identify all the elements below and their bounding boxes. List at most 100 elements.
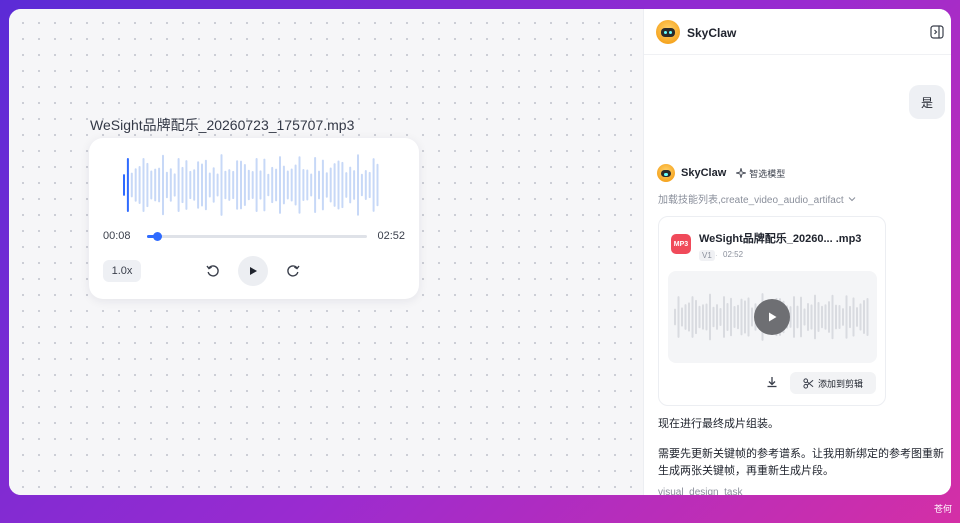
wave-bar bbox=[733, 306, 736, 328]
wave-bar bbox=[863, 300, 865, 334]
wave-bar bbox=[814, 294, 816, 340]
wave-bar bbox=[744, 300, 746, 334]
chevron-down-icon bbox=[848, 196, 855, 201]
wave-bar bbox=[849, 305, 851, 329]
wave-bar bbox=[126, 158, 129, 212]
wave-bar bbox=[824, 304, 827, 330]
wave-bar bbox=[842, 308, 844, 326]
wave-bar bbox=[201, 163, 203, 207]
app-window: WeSight品牌配乐_20260723_175707.mp3 00:08 02… bbox=[9, 9, 951, 495]
wave-bar bbox=[310, 173, 313, 197]
wave-bar bbox=[173, 173, 176, 197]
forward-icon bbox=[287, 265, 300, 277]
wave-bar bbox=[793, 296, 795, 338]
wave-bar bbox=[150, 170, 153, 200]
rewind-button[interactable] bbox=[201, 259, 225, 283]
wave-bar bbox=[719, 308, 722, 326]
progress-bar[interactable] bbox=[147, 232, 367, 241]
wave-bar bbox=[681, 307, 683, 327]
artifact-separator: · bbox=[715, 251, 718, 260]
wave-bar bbox=[329, 167, 332, 203]
wave-bar bbox=[146, 162, 149, 208]
wave-bar bbox=[236, 160, 239, 210]
wave-bar bbox=[349, 166, 352, 204]
wave-bar bbox=[372, 158, 375, 212]
audio-artifact-card[interactable]: MP3 WeSight品牌配乐_20260... .mp3 V1 · 02:52 bbox=[658, 216, 886, 406]
mp3-badge: MP3 bbox=[671, 234, 691, 254]
playback-speed-button[interactable]: 1.0x bbox=[103, 260, 141, 282]
next-task-line[interactable]: visual_design_task bbox=[658, 487, 743, 495]
skill-line[interactable]: 加载技能列表,create_video_audio_artifact bbox=[658, 191, 856, 206]
wave-bar bbox=[695, 299, 697, 335]
panel-toggle-icon[interactable] bbox=[930, 25, 944, 39]
model-label: 智选模型 bbox=[749, 168, 786, 179]
wave-bar bbox=[208, 172, 211, 198]
wave-bar bbox=[803, 308, 806, 326]
wave-bar bbox=[134, 168, 137, 202]
wave-bar bbox=[333, 163, 336, 207]
wave-bar bbox=[730, 297, 732, 337]
desktop-corner-text: 苍何 bbox=[933, 504, 952, 514]
wave-bar bbox=[177, 158, 180, 212]
wave-bar bbox=[835, 304, 837, 330]
wave-bar bbox=[294, 164, 297, 206]
wave-bar bbox=[341, 161, 344, 209]
add-to-edit-button[interactable]: 添加到剪辑 bbox=[790, 372, 876, 394]
wave-bar bbox=[360, 173, 363, 197]
wave-bar bbox=[684, 304, 687, 330]
wave-bar bbox=[838, 305, 841, 329]
wave-bar bbox=[810, 304, 813, 330]
wave-bar bbox=[251, 170, 254, 200]
wave-bar bbox=[702, 304, 704, 330]
wave-bar bbox=[275, 168, 278, 202]
skill-line-text: 加载技能列表,create_video_audio_artifact bbox=[658, 195, 844, 206]
wave-bar bbox=[845, 295, 848, 339]
wave-bar bbox=[828, 301, 830, 333]
play-button[interactable] bbox=[238, 256, 268, 286]
bot-message-header: SkyClaw 智选模型 bbox=[657, 164, 785, 182]
wave-bar bbox=[224, 170, 227, 200]
wave-bar bbox=[197, 161, 200, 209]
wave-bar bbox=[279, 156, 281, 214]
wave-bar bbox=[796, 305, 799, 329]
wave-bar bbox=[817, 301, 820, 333]
waveform[interactable] bbox=[123, 152, 383, 218]
wave-bar bbox=[181, 166, 184, 204]
model-tag[interactable]: 智选模型 bbox=[736, 167, 785, 180]
progress-knob[interactable] bbox=[153, 232, 163, 241]
canvas-area[interactable]: WeSight品牌配乐_20260723_175707.mp3 00:08 02… bbox=[9, 9, 643, 495]
wave-bar bbox=[282, 165, 285, 205]
wave-bar bbox=[674, 308, 676, 326]
wave-bar bbox=[259, 170, 262, 200]
add-to-edit-label: 添加到剪辑 bbox=[817, 378, 863, 389]
wave-bar bbox=[138, 166, 141, 204]
wave-bar bbox=[723, 296, 725, 338]
wave-bar bbox=[691, 296, 694, 338]
wave-bar bbox=[726, 303, 729, 331]
wave-bar bbox=[357, 154, 359, 216]
wave-bar bbox=[290, 168, 293, 202]
forward-button[interactable] bbox=[281, 259, 305, 283]
skyclaw-avatar bbox=[656, 20, 680, 44]
download-icon[interactable] bbox=[765, 375, 779, 389]
chat-header: SkyClaw bbox=[644, 9, 951, 55]
artifact-preview[interactable] bbox=[668, 271, 877, 363]
wave-bar bbox=[263, 158, 266, 212]
wave-bar bbox=[123, 174, 125, 196]
wave-bar bbox=[353, 170, 356, 200]
wave-bar bbox=[368, 171, 371, 199]
wave-bar bbox=[852, 297, 855, 337]
wave-bar bbox=[306, 169, 309, 201]
play-icon bbox=[250, 267, 257, 275]
wave-bar bbox=[216, 173, 219, 197]
wave-bar bbox=[376, 163, 379, 207]
wave-bar bbox=[321, 159, 324, 211]
bot-name: SkyClaw bbox=[681, 167, 727, 179]
wave-bar bbox=[859, 303, 862, 331]
wave-bar bbox=[232, 170, 235, 200]
artifact-play-button[interactable] bbox=[754, 299, 790, 335]
wave-bar bbox=[698, 305, 701, 329]
chat-panel: SkyClaw 是 SkyClaw 智选模型 加载技能列表,create_vid… bbox=[643, 9, 951, 495]
wave-bar bbox=[130, 172, 133, 198]
wave-bar bbox=[751, 307, 753, 327]
